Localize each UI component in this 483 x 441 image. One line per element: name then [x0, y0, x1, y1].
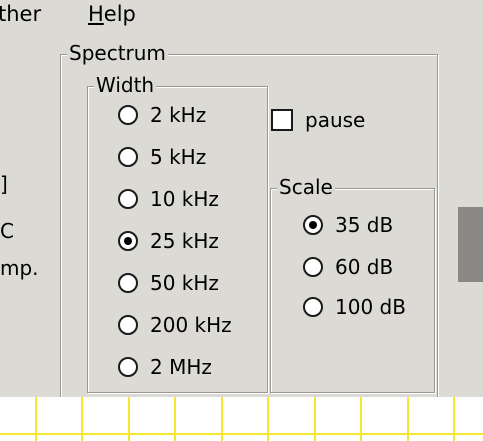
control-panel: ther Help ] C mp. Spectrum Width 2 kHz 5…	[0, 0, 483, 399]
spectrum-grid-area	[0, 397, 483, 441]
radio-checked-icon	[303, 215, 323, 235]
width-option-25khz[interactable]: 25 kHz	[118, 226, 219, 256]
pause-checkbox[interactable]: pause	[271, 105, 365, 135]
partial-bracket-text: ]	[0, 172, 8, 196]
radio-unchecked-icon	[303, 257, 323, 277]
radio-unchecked-icon	[118, 273, 138, 293]
menu-other[interactable]: ther	[0, 2, 41, 26]
scale-frame: Scale 35 dB 60 dB 100 dB	[270, 175, 435, 393]
checkbox-unchecked-icon	[271, 109, 293, 131]
scale-option-35db[interactable]: 35 dB	[303, 210, 393, 240]
radio-unchecked-icon	[118, 147, 138, 167]
width-option-5khz[interactable]: 5 kHz	[118, 142, 206, 172]
width-option-2khz[interactable]: 2 kHz	[118, 100, 206, 130]
radio-unchecked-icon	[118, 189, 138, 209]
width-option-2mhz[interactable]: 2 MHz	[118, 352, 212, 382]
radio-checked-icon	[118, 231, 138, 251]
scale-option-100db[interactable]: 100 dB	[303, 292, 406, 322]
menu-help[interactable]: Help	[88, 2, 136, 26]
scrollbar-thumb[interactable]	[458, 207, 483, 282]
partial-label-line2: mp.	[0, 256, 39, 280]
width-option-200khz[interactable]: 200 kHz	[118, 310, 232, 340]
radio-unchecked-icon	[118, 357, 138, 377]
partial-label-line1: C	[0, 219, 14, 243]
scale-frame-title: Scale	[277, 175, 335, 199]
grid-line-horizontal	[0, 433, 483, 435]
width-frame-title: Width	[94, 73, 157, 97]
scale-option-60db[interactable]: 60 dB	[303, 252, 393, 282]
width-option-50khz[interactable]: 50 kHz	[118, 268, 219, 298]
radio-unchecked-icon	[118, 105, 138, 125]
spectrum-frame: Spectrum Width 2 kHz 5 kHz 10 kHz 25 kHz	[60, 41, 438, 399]
width-frame: Width 2 kHz 5 kHz 10 kHz 25 kHz 50 kHz 2…	[87, 73, 268, 393]
radio-unchecked-icon	[118, 315, 138, 335]
width-option-10khz[interactable]: 10 kHz	[118, 184, 219, 214]
radio-unchecked-icon	[303, 297, 323, 317]
spectrum-frame-title: Spectrum	[67, 41, 168, 65]
